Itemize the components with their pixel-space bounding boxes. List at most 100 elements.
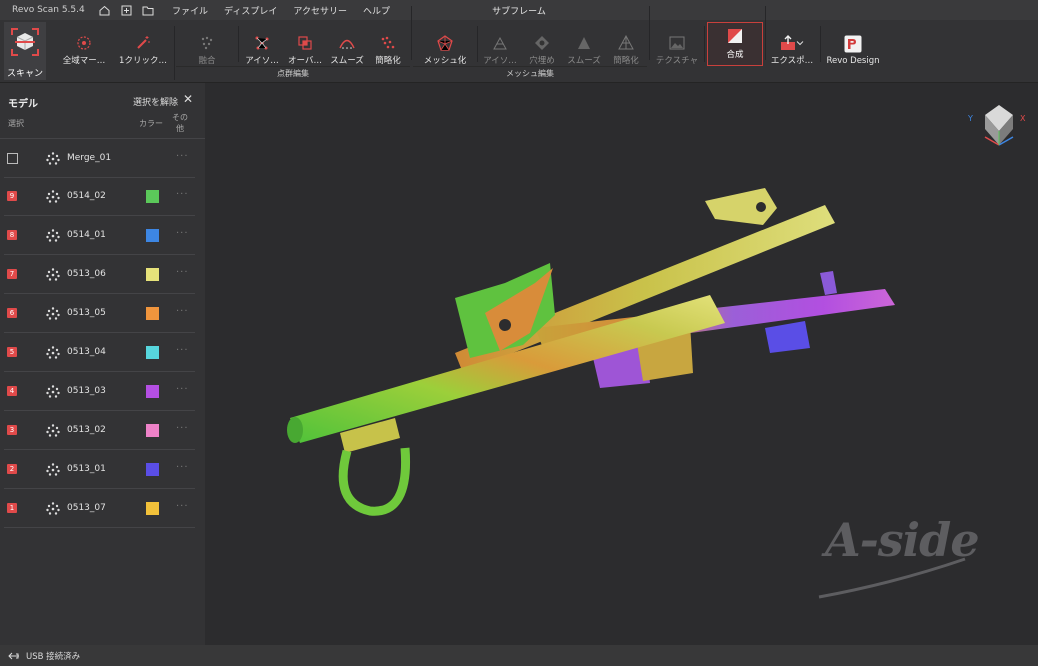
model-row[interactable]: 5 0513_04 ··· — [0, 333, 205, 372]
model-index-badge[interactable]: 4 — [7, 386, 17, 396]
more-options-icon[interactable]: ··· — [176, 306, 189, 317]
model-index-badge[interactable]: 1 — [7, 503, 17, 513]
texture-label: テクスチャ — [655, 56, 699, 66]
more-options-icon[interactable]: ··· — [176, 423, 189, 434]
texture-button[interactable]: テクスチャ — [652, 20, 702, 66]
select-checkbox[interactable] — [7, 153, 18, 164]
global-marker-label: 全域マー… — [62, 56, 106, 66]
orientation-cube-icon[interactable] — [965, 101, 1031, 151]
model-name: 0513_07 — [67, 503, 106, 513]
overlap-button[interactable]: オーバ… — [284, 20, 326, 66]
fill-holes-icon — [535, 36, 549, 50]
3d-viewport[interactable]: Y X A-side — [205, 83, 1038, 645]
model-index-badge[interactable]: 8 — [7, 230, 17, 240]
home-icon[interactable] — [98, 4, 110, 16]
composite-button[interactable]: 合成 — [707, 22, 763, 66]
one-click-button[interactable]: 1クリック… — [114, 20, 172, 66]
point-cloud-icon — [46, 502, 60, 515]
toolbar-divider — [238, 26, 239, 62]
simplify-icon — [381, 36, 395, 49]
model-row[interactable]: 6 0513_05 ··· — [0, 294, 205, 333]
point-cloud-icon — [46, 268, 60, 281]
model-row[interactable]: 9 0514_02 ··· — [0, 177, 205, 216]
export-button[interactable]: エクスポ… — [768, 20, 816, 66]
more-options-icon[interactable]: ··· — [176, 384, 189, 395]
model-index-badge[interactable]: 3 — [7, 425, 17, 435]
col-other-header-1: その — [172, 113, 188, 122]
isolate-button[interactable]: アイソ… — [242, 20, 282, 66]
model-name: 0514_01 — [67, 230, 106, 240]
app-name: Revo Scan 5.5.4 — [12, 5, 85, 15]
mesh-simplify-button[interactable]: 簡略化 — [606, 20, 646, 66]
fill-holes-button[interactable]: 穴埋め — [522, 20, 562, 66]
watermark-swoosh — [818, 557, 966, 599]
smooth-label: スムーズ — [330, 56, 364, 66]
model-name: 0513_01 — [67, 464, 106, 474]
more-options-icon[interactable]: ··· — [176, 462, 189, 473]
close-icon[interactable]: ✕ — [183, 92, 193, 106]
meshing-label: メッシュ化 — [423, 56, 467, 66]
smooth-icon — [339, 39, 355, 49]
scan-button[interactable]: スキャン — [4, 22, 46, 80]
color-swatch[interactable] — [146, 463, 159, 476]
scan-label: スキャン — [6, 69, 43, 79]
color-swatch[interactable] — [146, 424, 159, 437]
model-row[interactable]: 8 0514_01 ··· — [0, 216, 205, 255]
menu-file[interactable]: ファイル — [172, 4, 208, 17]
color-swatch[interactable] — [146, 502, 159, 515]
model-row[interactable]: 7 0513_06 ··· — [0, 255, 205, 294]
model-name: 0513_03 — [67, 386, 106, 396]
mesh-smooth-button[interactable]: スムーズ — [564, 20, 604, 66]
global-marker-icon — [77, 36, 91, 50]
more-options-icon[interactable]: ··· — [176, 151, 189, 162]
meshing-icon — [437, 35, 453, 51]
model-index-badge[interactable]: 5 — [7, 347, 17, 357]
clear-selection-button[interactable]: 選択を解除 — [133, 95, 178, 108]
texture-icon — [669, 36, 685, 50]
meshing-button[interactable]: メッシュ化 — [420, 20, 470, 66]
color-swatch[interactable] — [146, 307, 159, 320]
model-name: 0514_02 — [67, 191, 106, 201]
more-options-icon[interactable]: ··· — [176, 501, 189, 512]
point-cloud-icon — [46, 229, 60, 242]
model-index-badge[interactable]: 7 — [7, 269, 17, 279]
more-options-icon[interactable]: ··· — [176, 228, 189, 239]
global-marker-button[interactable]: 全域マー… — [56, 20, 112, 66]
color-swatch[interactable] — [146, 190, 159, 203]
model-row[interactable]: 2 0513_01 ··· — [0, 450, 205, 489]
toolbar-divider — [174, 26, 175, 80]
fusion-button[interactable]: 融合 — [190, 20, 224, 66]
export-icon-wrap — [780, 35, 804, 51]
model-index-badge[interactable]: 6 — [7, 308, 17, 318]
color-swatch[interactable] — [146, 385, 159, 398]
model-panel: モデル 選択を解除 ✕ 選択 カラー その 他 Merge_01 ··· 9 05… — [0, 83, 205, 645]
mesh-smooth-icon — [578, 37, 590, 49]
color-swatch[interactable] — [146, 268, 159, 281]
more-options-icon[interactable]: ··· — [176, 189, 189, 200]
fill-holes-label: 穴埋め — [529, 56, 555, 66]
smooth-button[interactable]: スムーズ — [326, 20, 368, 66]
model-index-badge[interactable]: 9 — [7, 191, 17, 201]
model-row[interactable]: 4 0513_03 ··· — [0, 372, 205, 411]
open-folder-icon[interactable] — [142, 4, 154, 16]
revo-design-button[interactable]: Revo Design — [824, 20, 882, 66]
color-swatch[interactable] — [146, 229, 159, 242]
model-name: 0513_04 — [67, 347, 106, 357]
point-cloud-icon — [46, 307, 60, 320]
model-row[interactable]: 1 0513_07 ··· — [0, 489, 205, 528]
model-row[interactable]: 3 0513_02 ··· — [0, 411, 205, 450]
simplify-button[interactable]: 簡略化 — [368, 20, 408, 66]
more-options-icon[interactable]: ··· — [176, 345, 189, 356]
bracket-hole — [756, 202, 766, 212]
mesh-isolate-button[interactable]: アイソ… — [480, 20, 520, 66]
model-index-badge[interactable]: 2 — [7, 464, 17, 474]
model-row[interactable]: Merge_01 ··· — [0, 138, 205, 178]
more-options-icon[interactable]: ··· — [176, 267, 189, 278]
color-swatch[interactable] — [146, 346, 159, 359]
simplify-label: 簡略化 — [375, 56, 401, 66]
menu-help[interactable]: ヘルプ — [363, 4, 390, 17]
menu-display[interactable]: ディスプレイ — [224, 4, 277, 17]
menu-accessory[interactable]: アクセサリー — [293, 4, 347, 17]
new-project-icon[interactable] — [120, 4, 132, 16]
mesh-smooth-label: スムーズ — [567, 56, 601, 66]
